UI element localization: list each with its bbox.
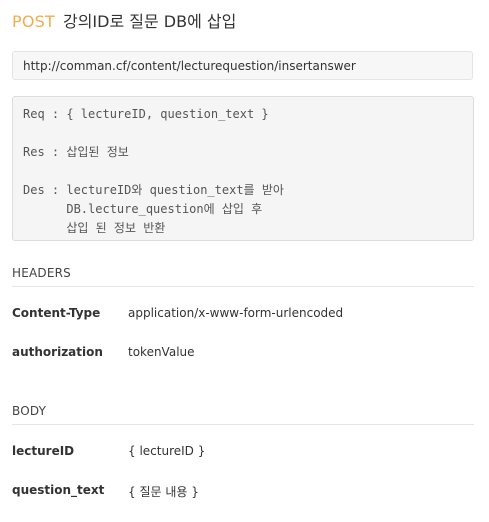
description-detail-line: DB.lecture_question에 삽입 후 [23, 202, 263, 216]
header-value-authorization: tokenValue [128, 345, 195, 359]
description-request: Req : { lectureID, question_text } [23, 107, 269, 121]
body-key-question-text: question_text [12, 483, 105, 497]
header-value-content-type: application/x-www-form-urlencoded [128, 306, 344, 320]
endpoint-url[interactable]: http://comman.cf/content/lecturequestion… [23, 59, 356, 73]
http-method-label: POST [12, 12, 55, 31]
headers-divider [12, 286, 474, 287]
description-box: Req : { lectureID, question_text } Res :… [12, 96, 474, 241]
header-key-authorization: authorization [12, 345, 103, 359]
header-key-content-type: Content-Type [12, 306, 101, 320]
headers-section-title: HEADERS [12, 266, 71, 280]
description-detail-line: Des : lectureID와 question_text를 받아 [23, 183, 284, 197]
body-divider [12, 424, 474, 425]
description-response: Res : 삽입된 정보 [23, 145, 129, 159]
endpoint-url-box[interactable]: http://comman.cf/content/lecturequestion… [12, 51, 473, 80]
body-key-lecture-id: lectureID [12, 444, 75, 458]
body-value-question-text: { 질문 내용 } [128, 485, 199, 499]
body-section-title: BODY [12, 404, 47, 418]
endpoint-title-row: POST 강의ID로 질문 DB에 삽입 [12, 8, 236, 32]
description-detail-line: 삽입 된 정보 반환 [23, 221, 166, 235]
body-value-lecture-id: { lectureID } [128, 444, 206, 458]
endpoint-title: 강의ID로 질문 DB에 삽입 [62, 12, 237, 31]
